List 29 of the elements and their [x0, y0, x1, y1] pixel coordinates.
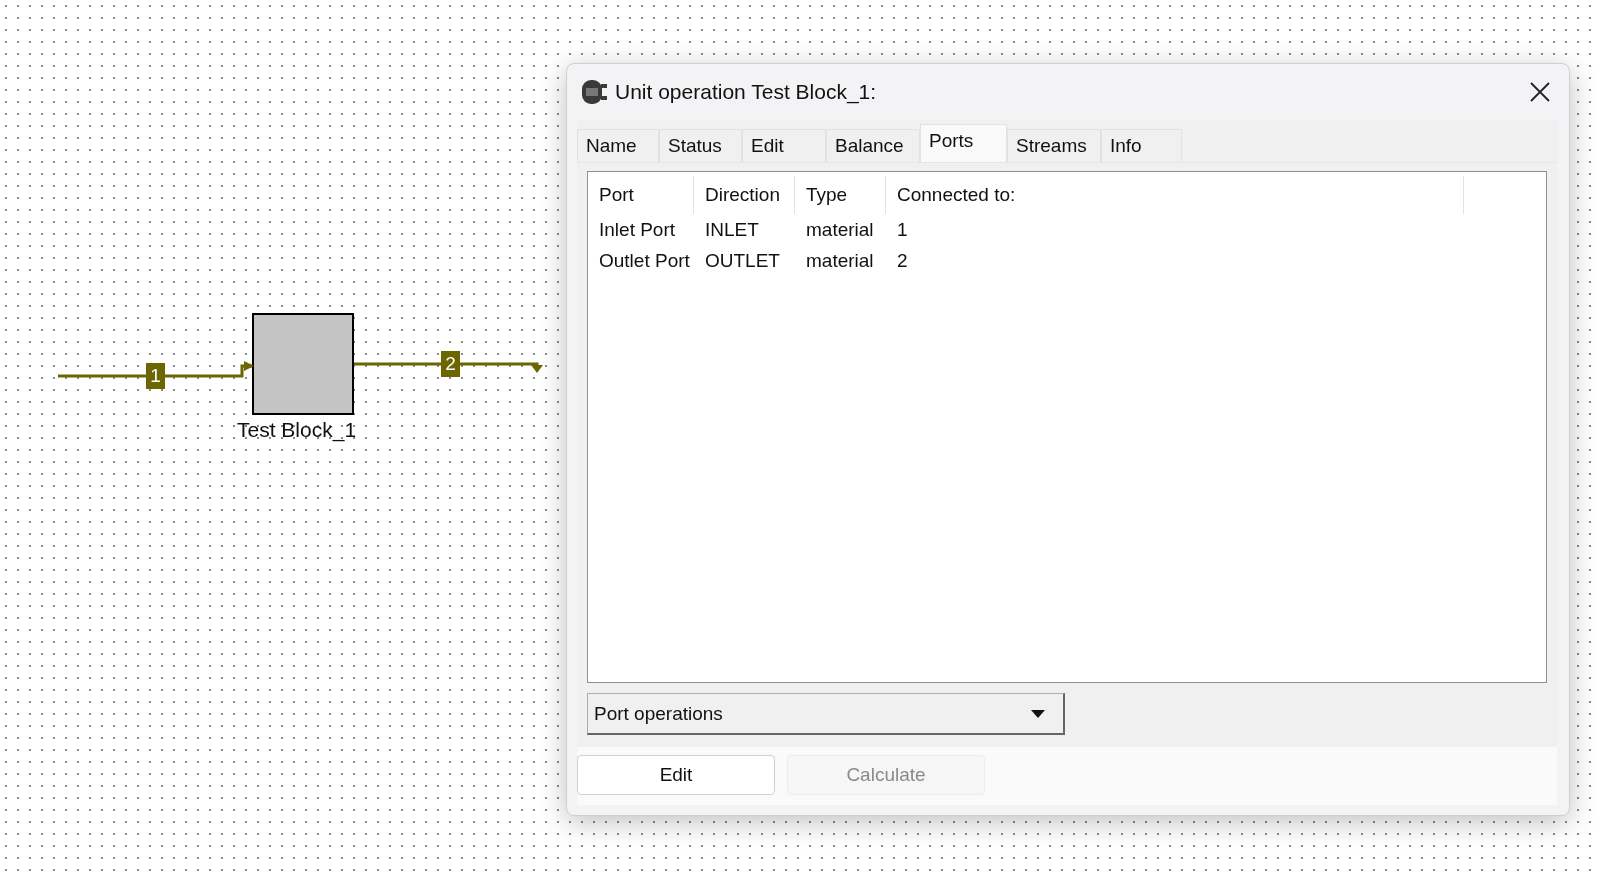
- stream-label[interactable]: 2: [441, 351, 460, 377]
- dialog-button[interactable]: Edit: [577, 755, 775, 795]
- port-operations-dropdown[interactable]: Port operations: [587, 693, 1065, 735]
- table-cell-text: 2: [896, 249, 909, 272]
- table-cell-text: material: [805, 218, 875, 241]
- tab[interactable]: Status: [659, 129, 742, 162]
- table-cell-text: Outlet Port: [598, 249, 691, 272]
- tab[interactable]: Info: [1101, 129, 1182, 162]
- stream-label[interactable]: 1: [146, 363, 165, 389]
- tab[interactable]: Name: [577, 129, 659, 162]
- column-header[interactable]: Direction: [694, 176, 795, 214]
- unit-icon: [579, 78, 609, 106]
- column-header[interactable]: Connected to:: [886, 176, 1464, 214]
- table-cell-text: Inlet Port: [598, 218, 677, 241]
- block-label: Test Block_1: [237, 418, 357, 442]
- column-header[interactable]: Port: [588, 176, 694, 214]
- tab[interactable]: Ports: [920, 124, 1007, 162]
- caret-icon: [1031, 709, 1045, 718]
- tab[interactable]: Streams: [1007, 129, 1101, 162]
- table-cell-text: 1: [896, 218, 909, 241]
- table-cell-text: INLET: [704, 218, 760, 241]
- column-header[interactable]: Type: [795, 176, 886, 214]
- close-icon[interactable]: [1529, 81, 1551, 103]
- tab[interactable]: Edit: [742, 129, 826, 162]
- unit-block[interactable]: [252, 313, 354, 415]
- table-cell-text: material: [805, 249, 875, 272]
- table-cell-text: OUTLET: [704, 249, 781, 272]
- tab[interactable]: Balance: [826, 129, 920, 162]
- window-title: Unit operation Test Block_1:: [615, 80, 878, 104]
